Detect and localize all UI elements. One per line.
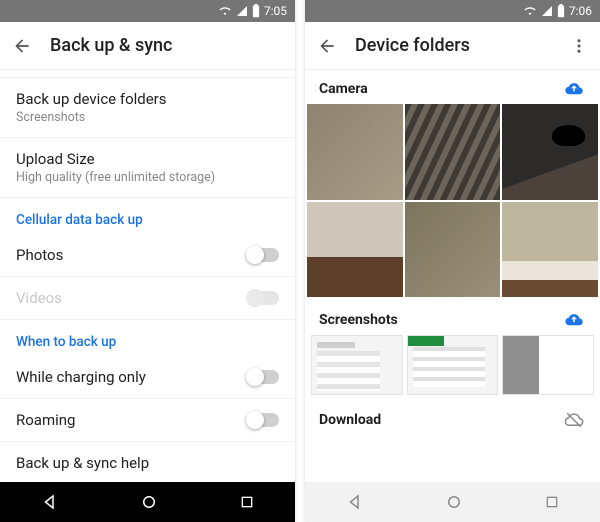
cloud-upload-on-icon[interactable] bbox=[562, 80, 586, 98]
back-icon[interactable] bbox=[12, 36, 32, 56]
status-time: 7:05 bbox=[264, 4, 287, 18]
section-when: When to back up bbox=[0, 320, 295, 356]
photo-thumb[interactable] bbox=[405, 104, 501, 200]
nav-home-icon[interactable] bbox=[445, 493, 463, 511]
photo-thumb[interactable] bbox=[502, 104, 598, 200]
more-icon[interactable] bbox=[570, 37, 588, 55]
screenshot-thumb[interactable] bbox=[407, 335, 499, 395]
app-bar: Device folders bbox=[305, 22, 600, 70]
row-title: Photos bbox=[16, 246, 63, 264]
nav-recent-icon[interactable] bbox=[239, 494, 255, 510]
nav-home-icon[interactable] bbox=[140, 493, 158, 511]
status-bar: 7:06 bbox=[305, 0, 600, 22]
row-title: Back up device folders bbox=[16, 90, 279, 108]
battery-icon bbox=[557, 4, 565, 18]
wifi-icon bbox=[218, 5, 232, 17]
settings-list: Back up device folders Screenshots Uploa… bbox=[0, 70, 295, 482]
section-label: Cellular data back up bbox=[16, 212, 279, 228]
row-title: Videos bbox=[16, 289, 62, 307]
phone-right-device-folders: 7:06 Device folders Camera Screenshots bbox=[305, 0, 600, 522]
photo-thumb[interactable] bbox=[405, 202, 501, 298]
screenshot-thumb[interactable] bbox=[502, 335, 594, 395]
row-help[interactable]: Back up & sync help bbox=[0, 442, 295, 482]
screenshot-thumb[interactable] bbox=[311, 335, 403, 395]
photo-thumb[interactable] bbox=[502, 202, 598, 298]
folder-name: Camera bbox=[319, 81, 368, 97]
status-time: 7:06 bbox=[569, 4, 592, 18]
back-icon[interactable] bbox=[317, 36, 337, 56]
row-subtitle: High quality (free unlimited storage) bbox=[16, 170, 279, 185]
section-cellular: Cellular data back up bbox=[0, 198, 295, 234]
row-roaming[interactable]: Roaming bbox=[0, 399, 295, 442]
phone-left-backup-sync: 7:05 Back up & sync Back up device folde… bbox=[0, 0, 295, 522]
toggle-switch[interactable] bbox=[247, 370, 279, 384]
cloud-upload-on-icon[interactable] bbox=[562, 311, 586, 329]
row-while-charging[interactable]: While charging only bbox=[0, 356, 295, 399]
nav-back-icon[interactable] bbox=[41, 493, 59, 511]
app-bar: Back up & sync bbox=[0, 22, 295, 70]
nav-back-icon[interactable] bbox=[346, 493, 364, 511]
screenshots-row bbox=[305, 335, 600, 401]
row-backup-device-folders[interactable]: Back up device folders Screenshots bbox=[0, 78, 295, 138]
camera-grid bbox=[305, 104, 600, 301]
row-photos[interactable]: Photos bbox=[0, 234, 295, 277]
photo-thumb[interactable] bbox=[307, 202, 403, 298]
row-videos: Videos bbox=[0, 277, 295, 320]
nav-recent-icon[interactable] bbox=[544, 494, 560, 510]
toggle-switch bbox=[247, 291, 279, 305]
battery-icon bbox=[252, 4, 260, 18]
folder-name: Screenshots bbox=[319, 312, 398, 328]
photo-thumb[interactable] bbox=[307, 104, 403, 200]
folder-header-download[interactable]: Download bbox=[305, 401, 600, 435]
cloud-off-icon[interactable] bbox=[562, 411, 586, 429]
folder-name: Download bbox=[319, 412, 381, 428]
signal-icon bbox=[236, 5, 248, 17]
nav-bar bbox=[0, 482, 295, 522]
page-title: Back up & sync bbox=[50, 35, 283, 56]
row-title: While charging only bbox=[16, 368, 146, 386]
row-upload-size[interactable]: Upload Size High quality (free unlimited… bbox=[0, 138, 295, 198]
row-title: Roaming bbox=[16, 411, 75, 429]
folder-header-screenshots[interactable]: Screenshots bbox=[305, 301, 600, 335]
row-title: Back up & sync help bbox=[16, 454, 279, 472]
toggle-switch[interactable] bbox=[247, 413, 279, 427]
folders-scroll[interactable]: Camera Screenshots Download bbox=[305, 70, 600, 482]
section-label: When to back up bbox=[16, 334, 279, 350]
wifi-icon bbox=[523, 5, 537, 17]
toggle-switch[interactable] bbox=[247, 248, 279, 262]
row-subtitle: Screenshots bbox=[16, 110, 279, 125]
folder-header-camera[interactable]: Camera bbox=[305, 70, 600, 104]
page-title: Device folders bbox=[355, 35, 552, 56]
status-bar: 7:05 bbox=[0, 0, 295, 22]
row-title: Upload Size bbox=[16, 150, 279, 168]
nav-bar bbox=[305, 482, 600, 522]
signal-icon bbox=[541, 5, 553, 17]
